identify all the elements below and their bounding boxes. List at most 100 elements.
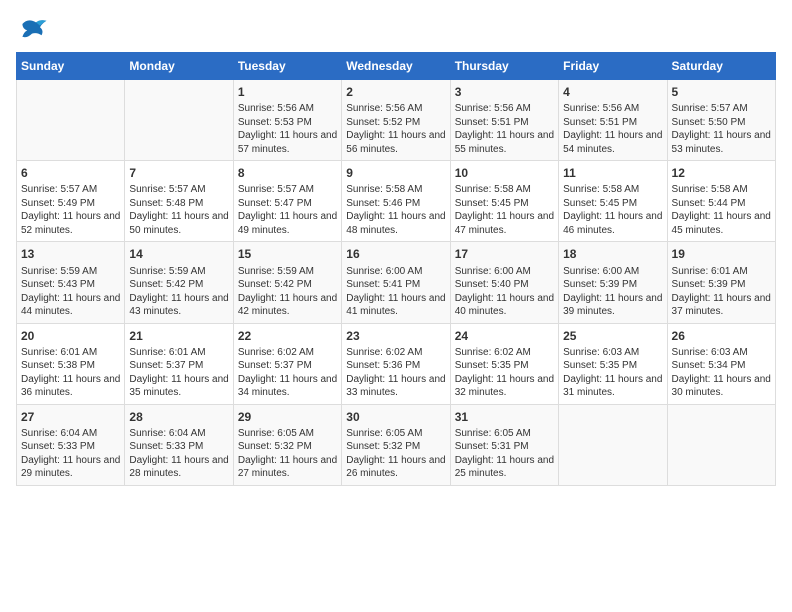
week-row-1: 1 Sunrise: 5:56 AM Sunset: 5:53 PM Daylig… [17,80,776,161]
header-cell-sunday: Sunday [17,53,125,80]
calendar-cell: 11 Sunrise: 5:58 AM Sunset: 5:45 PM Dayli… [559,161,667,242]
calendar-cell: 16 Sunrise: 6:00 AM Sunset: 5:41 PM Dayli… [342,242,450,323]
calendar-cell: 25Sunrise: 6:03 AM Sunset: 5:35 PM Dayli… [559,323,667,404]
calendar-cell: 18 Sunrise: 6:00 AM Sunset: 5:39 PM Dayli… [559,242,667,323]
calendar-cell: 24 Sunrise: 6:02 AM Sunset: 5:35 PM Dayli… [450,323,558,404]
calendar-cell: 19Sunrise: 6:01 AM Sunset: 5:39 PM Dayli… [667,242,775,323]
calendar-cell: 28 Sunrise: 6:04 AM Sunset: 5:33 PM Dayli… [125,404,233,485]
day-info: Sunrise: 6:02 AM Sunset: 5:35 PM Dayligh… [455,346,554,400]
day-number: 16 [346,246,445,262]
calendar-header: SundayMondayTuesdayWednesdayThursdayFrid… [17,53,776,80]
calendar-cell: 23Sunrise: 6:02 AM Sunset: 5:36 PM Dayli… [342,323,450,404]
header-cell-wednesday: Wednesday [342,53,450,80]
day-number: 21 [129,328,228,344]
day-info: Sunrise: 5:58 AM Sunset: 5:44 PM Dayligh… [672,183,771,237]
day-info: Sunrise: 6:05 AM Sunset: 5:32 PM Dayligh… [238,427,337,481]
calendar-cell [17,80,125,161]
calendar-cell: 13Sunrise: 5:59 AM Sunset: 5:43 PM Dayli… [17,242,125,323]
day-number: 8 [238,165,337,181]
calendar-cell: 1 Sunrise: 5:56 AM Sunset: 5:53 PM Daylig… [233,80,341,161]
day-number: 24 [455,328,554,344]
calendar-cell: 7 Sunrise: 5:57 AM Sunset: 5:48 PM Daylig… [125,161,233,242]
day-info: Sunrise: 5:58 AM Sunset: 5:46 PM Dayligh… [346,183,445,237]
day-number: 12 [672,165,771,181]
header-cell-saturday: Saturday [667,53,775,80]
day-info: Sunrise: 6:05 AM Sunset: 5:31 PM Dayligh… [455,427,554,481]
logo [16,16,52,44]
day-info: Sunrise: 5:57 AM Sunset: 5:50 PM Dayligh… [672,102,771,156]
page-header [16,16,776,44]
calendar-body: 1 Sunrise: 5:56 AM Sunset: 5:53 PM Daylig… [17,80,776,486]
calendar-cell [559,404,667,485]
calendar-table: SundayMondayTuesdayWednesdayThursdayFrid… [16,52,776,486]
day-info: Sunrise: 6:05 AM Sunset: 5:32 PM Dayligh… [346,427,445,481]
day-number: 18 [563,246,662,262]
day-info: Sunrise: 5:56 AM Sunset: 5:52 PM Dayligh… [346,102,445,156]
calendar-cell: 30Sunrise: 6:05 AM Sunset: 5:32 PM Dayli… [342,404,450,485]
calendar-cell: 12 Sunrise: 5:58 AM Sunset: 5:44 PM Dayli… [667,161,775,242]
calendar-cell: 4 Sunrise: 5:56 AM Sunset: 5:51 PM Daylig… [559,80,667,161]
day-number: 1 [238,84,337,100]
day-number: 25 [563,328,662,344]
logo-icon [16,16,48,44]
day-number: 29 [238,409,337,425]
day-info: Sunrise: 6:00 AM Sunset: 5:39 PM Dayligh… [563,265,662,319]
calendar-cell: 10 Sunrise: 5:58 AM Sunset: 5:45 PM Dayli… [450,161,558,242]
day-info: Sunrise: 6:04 AM Sunset: 5:33 PM Dayligh… [21,427,120,481]
calendar-cell: 29 Sunrise: 6:05 AM Sunset: 5:32 PM Dayli… [233,404,341,485]
day-info: Sunrise: 5:56 AM Sunset: 5:51 PM Dayligh… [455,102,554,156]
day-number: 11 [563,165,662,181]
day-info: Sunrise: 6:01 AM Sunset: 5:38 PM Dayligh… [21,346,120,400]
calendar-cell: 6 Sunrise: 5:57 AM Sunset: 5:49 PM Daylig… [17,161,125,242]
day-info: Sunrise: 5:56 AM Sunset: 5:51 PM Dayligh… [563,102,662,156]
day-info: Sunrise: 5:59 AM Sunset: 5:42 PM Dayligh… [129,265,228,319]
day-number: 4 [563,84,662,100]
calendar-cell: 17 Sunrise: 6:00 AM Sunset: 5:40 PM Dayli… [450,242,558,323]
day-number: 7 [129,165,228,181]
day-info: Sunrise: 5:57 AM Sunset: 5:47 PM Dayligh… [238,183,337,237]
calendar-cell: 9 Sunrise: 5:58 AM Sunset: 5:46 PM Daylig… [342,161,450,242]
header-row: SundayMondayTuesdayWednesdayThursdayFrid… [17,53,776,80]
day-info: Sunrise: 6:03 AM Sunset: 5:34 PM Dayligh… [672,346,771,400]
day-number: 28 [129,409,228,425]
calendar-cell: 26 Sunrise: 6:03 AM Sunset: 5:34 PM Dayli… [667,323,775,404]
week-row-2: 6 Sunrise: 5:57 AM Sunset: 5:49 PM Daylig… [17,161,776,242]
day-number: 26 [672,328,771,344]
day-number: 3 [455,84,554,100]
day-number: 14 [129,246,228,262]
day-info: Sunrise: 5:57 AM Sunset: 5:49 PM Dayligh… [21,183,120,237]
calendar-cell: 21 Sunrise: 6:01 AM Sunset: 5:37 PM Dayli… [125,323,233,404]
day-number: 9 [346,165,445,181]
calendar-cell [125,80,233,161]
day-info: Sunrise: 5:56 AM Sunset: 5:53 PM Dayligh… [238,102,337,156]
day-number: 22 [238,328,337,344]
day-number: 27 [21,409,120,425]
header-cell-friday: Friday [559,53,667,80]
calendar-cell: 20 Sunrise: 6:01 AM Sunset: 5:38 PM Dayli… [17,323,125,404]
day-info: Sunrise: 6:00 AM Sunset: 5:40 PM Dayligh… [455,265,554,319]
calendar-cell: 3 Sunrise: 5:56 AM Sunset: 5:51 PM Daylig… [450,80,558,161]
header-cell-thursday: Thursday [450,53,558,80]
calendar-cell: 8 Sunrise: 5:57 AM Sunset: 5:47 PM Daylig… [233,161,341,242]
day-info: Sunrise: 6:04 AM Sunset: 5:33 PM Dayligh… [129,427,228,481]
day-number: 5 [672,84,771,100]
day-info: Sunrise: 5:58 AM Sunset: 5:45 PM Dayligh… [563,183,662,237]
day-number: 15 [238,246,337,262]
day-info: Sunrise: 6:00 AM Sunset: 5:41 PM Dayligh… [346,265,445,319]
day-number: 31 [455,409,554,425]
day-info: Sunrise: 5:57 AM Sunset: 5:48 PM Dayligh… [129,183,228,237]
calendar-cell: 14 Sunrise: 5:59 AM Sunset: 5:42 PM Dayli… [125,242,233,323]
day-info: Sunrise: 6:02 AM Sunset: 5:37 PM Dayligh… [238,346,337,400]
day-info: Sunrise: 6:01 AM Sunset: 5:37 PM Dayligh… [129,346,228,400]
calendar-cell: 31 Sunrise: 6:05 AM Sunset: 5:31 PM Dayli… [450,404,558,485]
day-number: 20 [21,328,120,344]
calendar-cell: 2Sunrise: 5:56 AM Sunset: 5:52 PM Daylig… [342,80,450,161]
day-number: 10 [455,165,554,181]
calendar-cell [667,404,775,485]
week-row-3: 13Sunrise: 5:59 AM Sunset: 5:43 PM Dayli… [17,242,776,323]
week-row-5: 27 Sunrise: 6:04 AM Sunset: 5:33 PM Dayli… [17,404,776,485]
day-number: 6 [21,165,120,181]
header-cell-monday: Monday [125,53,233,80]
day-info: Sunrise: 5:58 AM Sunset: 5:45 PM Dayligh… [455,183,554,237]
day-number: 17 [455,246,554,262]
